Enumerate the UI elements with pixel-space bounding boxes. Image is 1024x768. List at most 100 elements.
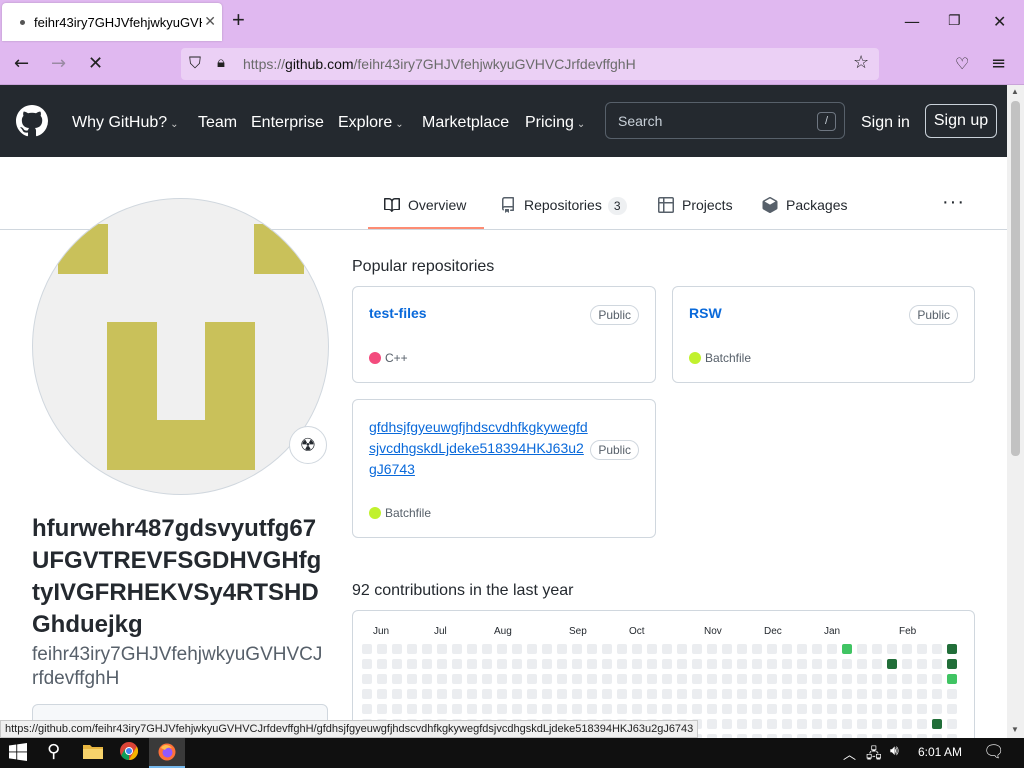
- contribution-cell[interactable]: [752, 674, 762, 684]
- minimize-icon[interactable]: —: [904, 12, 920, 31]
- contribution-cell[interactable]: [362, 674, 372, 684]
- contribution-cell[interactable]: [782, 689, 792, 699]
- contribution-cell[interactable]: [902, 704, 912, 714]
- contribution-cell[interactable]: [632, 689, 642, 699]
- contribution-cell[interactable]: [932, 644, 942, 654]
- contribution-cell[interactable]: [392, 689, 402, 699]
- contribution-cell[interactable]: [707, 719, 717, 729]
- contribution-cell[interactable]: [437, 674, 447, 684]
- contribution-cell[interactable]: [842, 659, 852, 669]
- contribution-cell[interactable]: [932, 719, 942, 729]
- contribution-cell[interactable]: [587, 674, 597, 684]
- contribution-cell[interactable]: [857, 719, 867, 729]
- more-options-icon[interactable]: ···: [942, 191, 965, 214]
- back-button[interactable]: ←: [14, 53, 29, 74]
- contribution-cell[interactable]: [812, 719, 822, 729]
- github-logo-icon[interactable]: [16, 105, 48, 137]
- contribution-cell[interactable]: [602, 674, 612, 684]
- contribution-cell[interactable]: [722, 674, 732, 684]
- contribution-cell[interactable]: [707, 644, 717, 654]
- contribution-cell[interactable]: [677, 674, 687, 684]
- contribution-cell[interactable]: [437, 644, 447, 654]
- contribution-cell[interactable]: [362, 689, 372, 699]
- contribution-cell[interactable]: [362, 704, 372, 714]
- contribution-cell[interactable]: [647, 644, 657, 654]
- nav-explore[interactable]: Explore ⌄: [338, 114, 404, 132]
- contribution-cell[interactable]: [692, 659, 702, 669]
- contribution-cell[interactable]: [797, 674, 807, 684]
- contribution-cell[interactable]: [737, 674, 747, 684]
- nav-pricing[interactable]: Pricing ⌄: [525, 114, 585, 132]
- contribution-cell[interactable]: [617, 659, 627, 669]
- contribution-cell[interactable]: [632, 644, 642, 654]
- contribution-cell[interactable]: [527, 704, 537, 714]
- sign-up-button[interactable]: Sign up: [925, 104, 997, 138]
- contribution-cell[interactable]: [452, 689, 462, 699]
- contribution-cell[interactable]: [452, 674, 462, 684]
- search-icon[interactable]: ⚲: [47, 741, 60, 762]
- contribution-cell[interactable]: [617, 674, 627, 684]
- contribution-cell[interactable]: [437, 704, 447, 714]
- contribution-cell[interactable]: [512, 659, 522, 669]
- contribution-cell[interactable]: [497, 689, 507, 699]
- contribution-cell[interactable]: [557, 704, 567, 714]
- menu-icon[interactable]: ≡: [991, 53, 1006, 74]
- contribution-cell[interactable]: [737, 659, 747, 669]
- contribution-cell[interactable]: [362, 644, 372, 654]
- scroll-down-icon[interactable]: ▼: [1011, 725, 1019, 734]
- contribution-cell[interactable]: [947, 689, 957, 699]
- contribution-cell[interactable]: [587, 659, 597, 669]
- contribution-cell[interactable]: [932, 659, 942, 669]
- scroll-up-icon[interactable]: ▲: [1011, 87, 1019, 96]
- contribution-cell[interactable]: [842, 704, 852, 714]
- contribution-cell[interactable]: [377, 644, 387, 654]
- contribution-cell[interactable]: [632, 659, 642, 669]
- contribution-cell[interactable]: [917, 659, 927, 669]
- contribution-cell[interactable]: [872, 674, 882, 684]
- contribution-cell[interactable]: [857, 689, 867, 699]
- contribution-cell[interactable]: [587, 644, 597, 654]
- tab-repositories[interactable]: Repositories 3: [500, 197, 627, 215]
- volume-icon[interactable]: 🔊︎: [890, 743, 899, 759]
- contribution-cell[interactable]: [362, 659, 372, 669]
- contribution-cell[interactable]: [512, 704, 522, 714]
- contribution-cell[interactable]: [377, 704, 387, 714]
- contribution-cell[interactable]: [842, 689, 852, 699]
- contribution-cell[interactable]: [587, 689, 597, 699]
- contribution-cell[interactable]: [932, 674, 942, 684]
- contribution-cell[interactable]: [887, 689, 897, 699]
- contribution-cell[interactable]: [647, 674, 657, 684]
- contribution-cell[interactable]: [692, 674, 702, 684]
- contribution-cell[interactable]: [872, 704, 882, 714]
- contribution-cell[interactable]: [887, 674, 897, 684]
- contribution-cell[interactable]: [407, 704, 417, 714]
- contribution-cell[interactable]: [482, 704, 492, 714]
- contribution-cell[interactable]: [707, 689, 717, 699]
- contribution-cell[interactable]: [917, 704, 927, 714]
- contribution-cell[interactable]: [737, 689, 747, 699]
- contribution-cell[interactable]: [527, 644, 537, 654]
- contribution-cell[interactable]: [932, 689, 942, 699]
- contribution-cell[interactable]: [887, 644, 897, 654]
- contribution-cell[interactable]: [467, 704, 477, 714]
- contribution-cell[interactable]: [947, 644, 957, 654]
- contribution-cell[interactable]: [797, 704, 807, 714]
- scrollbar-thumb[interactable]: [1011, 101, 1020, 456]
- taskbar-clock[interactable]: 6:01 AM: [918, 745, 962, 759]
- contribution-cell[interactable]: [872, 719, 882, 729]
- contribution-cell[interactable]: [392, 704, 402, 714]
- contribution-cell[interactable]: [812, 644, 822, 654]
- contribution-cell[interactable]: [887, 659, 897, 669]
- contribution-cell[interactable]: [872, 659, 882, 669]
- close-window-icon[interactable]: ✕: [993, 12, 1006, 31]
- contribution-cell[interactable]: [917, 674, 927, 684]
- contribution-cell[interactable]: [617, 644, 627, 654]
- contribution-cell[interactable]: [407, 644, 417, 654]
- url-text[interactable]: https://github.com/feihr43iry7GHJVfehjwk…: [243, 56, 636, 72]
- tab-projects[interactable]: Projects: [658, 197, 733, 213]
- pocket-icon[interactable]: ♡: [955, 54, 969, 73]
- nav-marketplace[interactable]: Marketplace: [422, 114, 509, 132]
- contribution-cell[interactable]: [872, 644, 882, 654]
- contribution-cell[interactable]: [497, 674, 507, 684]
- contribution-cell[interactable]: [902, 689, 912, 699]
